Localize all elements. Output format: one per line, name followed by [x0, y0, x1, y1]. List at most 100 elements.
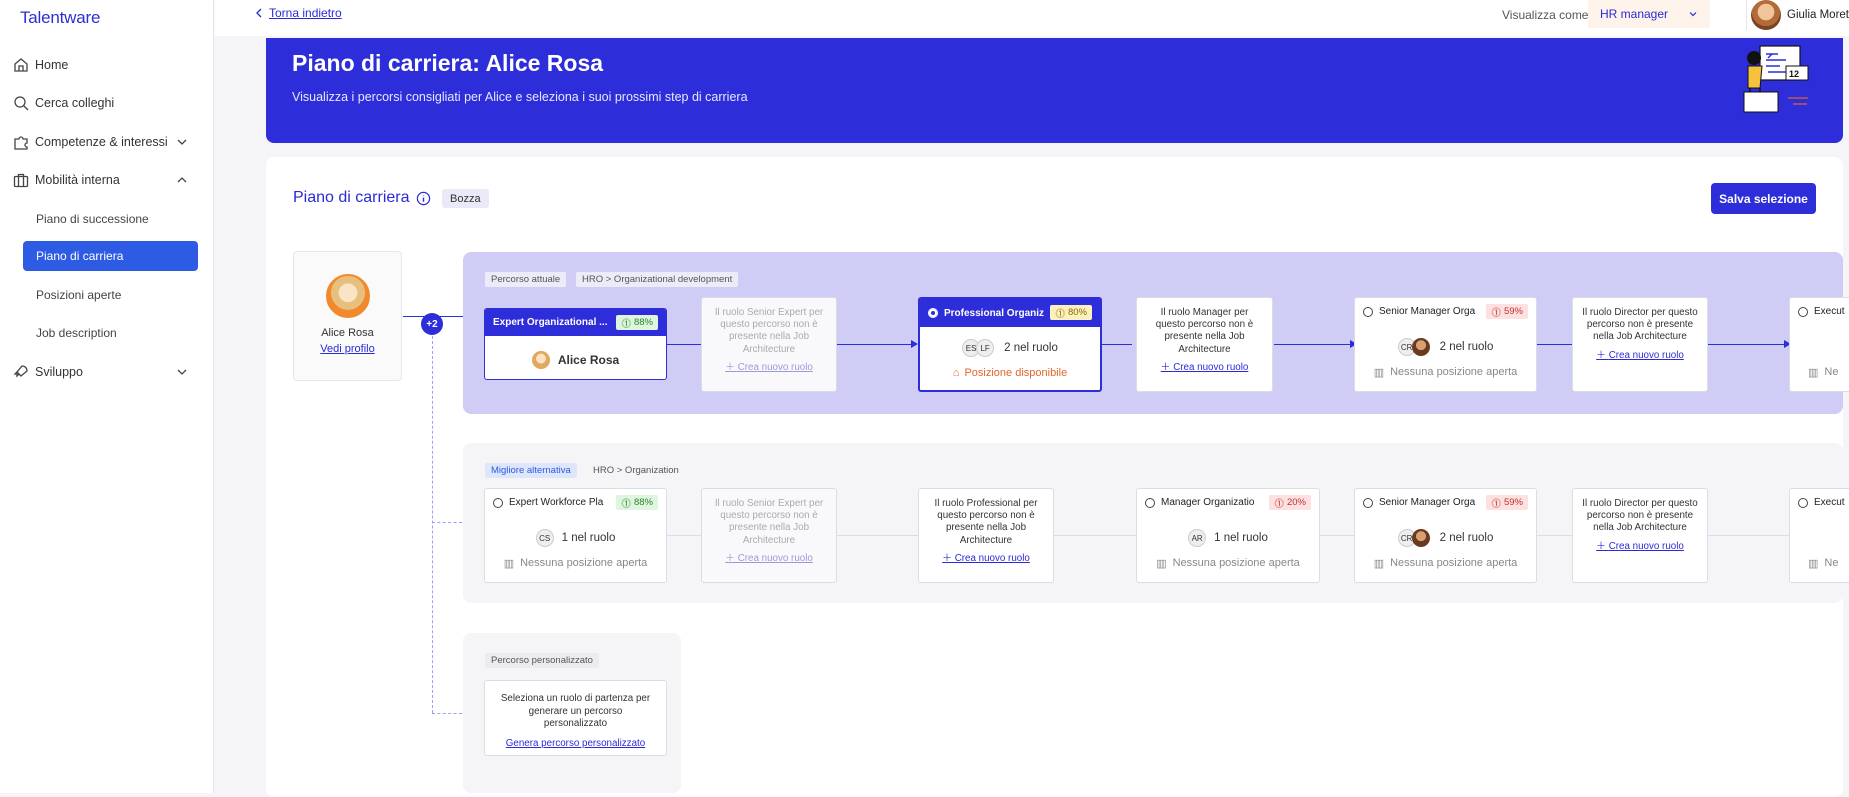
radio-unselected[interactable] — [493, 497, 503, 508]
missing-role-card: Il ruolo Senior Expert per questo percor… — [701, 488, 837, 583]
create-role-link[interactable]: ＋ Crea nuovo ruolo — [1145, 362, 1264, 374]
path-tag: Percorso attuale — [485, 272, 567, 287]
create-role-link[interactable]: ＋ Crea nuovo ruolo — [710, 553, 828, 565]
role-card[interactable]: Execut ▥ Ne — [1789, 297, 1849, 392]
people-chip: CS — [535, 529, 554, 547]
match-icon: ⓵ — [1274, 498, 1284, 510]
create-role-link[interactable]: ＋ Crea nuovo ruolo — [710, 362, 828, 374]
sidebar-item-label: Cerca colleghi — [35, 96, 115, 110]
sidebar-item-home[interactable]: Home — [0, 48, 214, 82]
chevron-up-icon[interactable] — [176, 174, 188, 186]
radio-selected[interactable] — [928, 308, 938, 318]
puzzle-icon — [14, 136, 28, 150]
role-card[interactable]: Expert Workforce Pla ⓵ 88% CS 1 nel ruolo… — [484, 488, 667, 583]
chevron-left-icon — [256, 8, 262, 18]
match-value: 88% — [633, 497, 653, 508]
connector-line — [837, 535, 919, 536]
position-status: ▥ Nessuna posizione aperta — [1355, 362, 1536, 382]
create-role-link[interactable]: ＋ Crea nuovo ruolo — [927, 553, 1045, 565]
connector-line — [432, 336, 433, 713]
position-status: ▥ Nessuna posizione aperta — [1355, 553, 1536, 573]
building-icon: ▥ — [503, 557, 515, 570]
chevron-down-icon[interactable] — [176, 366, 188, 378]
sidebar-item-label: Competenze & interessi — [35, 135, 168, 149]
save-selection-button[interactable]: Salva selezione — [1711, 183, 1816, 214]
subitem-posizioni-aperte[interactable]: Posizioni aperte — [23, 280, 198, 310]
page-title: Piano di carriera: Alice Rosa — [292, 50, 604, 76]
radio-unselected[interactable] — [1363, 497, 1373, 508]
missing-role-text: Il ruolo Manager per questo percorso non… — [1155, 307, 1254, 355]
role-select[interactable]: HR manager — [1588, 0, 1710, 28]
people-count: 2 nel ruolo — [1439, 532, 1494, 544]
match-badge: ⓵ 20% — [1269, 495, 1311, 510]
match-icon: ⓵ — [1491, 498, 1501, 510]
info-icon[interactable] — [416, 191, 431, 206]
user-name: Giulia Moretti — [1787, 9, 1849, 21]
status-badge: Bozza — [442, 189, 489, 208]
position-status: ▥ Ne — [1790, 362, 1849, 382]
more-paths-badge[interactable]: +2 — [421, 313, 443, 335]
app-logo[interactable]: Talentware — [20, 8, 100, 28]
sidebar-item-sviluppo[interactable]: Sviluppo — [0, 355, 214, 389]
role-card-header: Execut — [1790, 298, 1849, 325]
create-role-label: Crea nuovo ruolo — [954, 552, 1030, 564]
match-badge: ⓵ 59% — [1486, 495, 1528, 510]
radio-unselected[interactable] — [1145, 497, 1155, 508]
people-count: 1 nel ruolo — [1214, 532, 1268, 544]
sidebar-item-mobilita-interna[interactable]: Mobilità interna — [0, 163, 214, 197]
connector-line — [667, 344, 701, 345]
building-icon: ▥ — [1156, 557, 1167, 570]
radio-unselected[interactable] — [1798, 497, 1808, 508]
role-title: Senior Manager Orga — [1379, 497, 1476, 508]
illustration-number: 12 — [1789, 69, 1799, 79]
subitem-piano-carriera[interactable]: Piano di carriera — [23, 241, 198, 271]
role-card-current[interactable]: Expert Organizational ... ⓵ 88% Alice Ros… — [484, 308, 667, 380]
sidebar-item-cerca-colleghi[interactable]: Cerca colleghi — [0, 86, 214, 120]
connector-line — [1708, 344, 1788, 345]
position-status-label: Ne — [1824, 557, 1839, 569]
role-card[interactable]: Manager Organizatio ⓵ 20% AR 1 nel ruolo … — [1136, 488, 1320, 583]
match-value: 59% — [1503, 306, 1523, 317]
match-badge: ⓵ 88% — [616, 315, 658, 330]
role-people: AR 1 nel ruolo — [1137, 527, 1319, 549]
connector-line — [1537, 535, 1572, 536]
people-count: 2 nel ruolo — [1439, 341, 1494, 353]
briefcase-icon — [13, 173, 29, 188]
create-role-link[interactable]: ＋ Crea nuovo ruolo — [1581, 350, 1699, 362]
chevron-down-icon[interactable] — [176, 136, 188, 148]
connector-line — [1054, 535, 1136, 536]
building-icon: ▥ — [1808, 557, 1819, 570]
role-title: Expert Organizational ... — [493, 317, 608, 328]
back-link[interactable]: Torna indietro — [255, 6, 342, 20]
role-value: HR manager — [1600, 7, 1669, 21]
building-icon: ▥ — [1373, 557, 1385, 570]
subitem-job-description[interactable]: Job description — [23, 318, 198, 348]
connector-line — [1537, 344, 1572, 345]
subitem-piano-successione[interactable]: Piano di successione — [23, 204, 198, 234]
position-status: ⌂ Posizione disponibile — [920, 363, 1100, 383]
sidebar-item-competenze[interactable]: Competenze & interessi — [0, 125, 214, 159]
role-card[interactable]: Senior Manager Orga ⓵ 59% CR 2 nel ruolo … — [1354, 488, 1537, 583]
role-people: CS 1 nel ruolo — [485, 527, 666, 549]
role-card[interactable]: Execut ▥ Ne — [1789, 488, 1849, 583]
path-tag: Percorso personalizzato — [485, 653, 599, 668]
create-role-link[interactable]: ＋ Crea nuovo ruolo — [1581, 541, 1699, 553]
connector-line — [432, 522, 462, 523]
create-role-label: Crea nuovo ruolo — [737, 552, 813, 564]
radio-unselected[interactable] — [1798, 306, 1808, 317]
position-status-label: Ne — [1824, 366, 1839, 378]
role-card[interactable]: Senior Manager Orga ⓵ 59% CR 2 nel ruolo … — [1354, 297, 1537, 392]
connector-line — [1708, 535, 1789, 536]
avatar — [1751, 0, 1781, 30]
view-as-label: Visualizza come — [1502, 8, 1589, 22]
sidebar-item-label: Home — [35, 58, 69, 72]
match-value: 80% — [1067, 307, 1087, 318]
role-title: Manager Organizatio — [1161, 497, 1255, 508]
view-profile-link[interactable]: Vedi profilo — [294, 343, 401, 355]
role-title: Professional Organiz — [944, 307, 1045, 319]
generate-path-link[interactable]: Genera percorso personalizzato — [485, 738, 666, 751]
user-menu[interactable]: Giulia Moretti — [1746, 0, 1849, 30]
connector-line — [1274, 344, 1354, 345]
radio-unselected[interactable] — [1363, 306, 1373, 317]
role-card-selected[interactable]: Professional Organiz ⓵ 80% ES LF 2 nel ru… — [918, 297, 1102, 392]
